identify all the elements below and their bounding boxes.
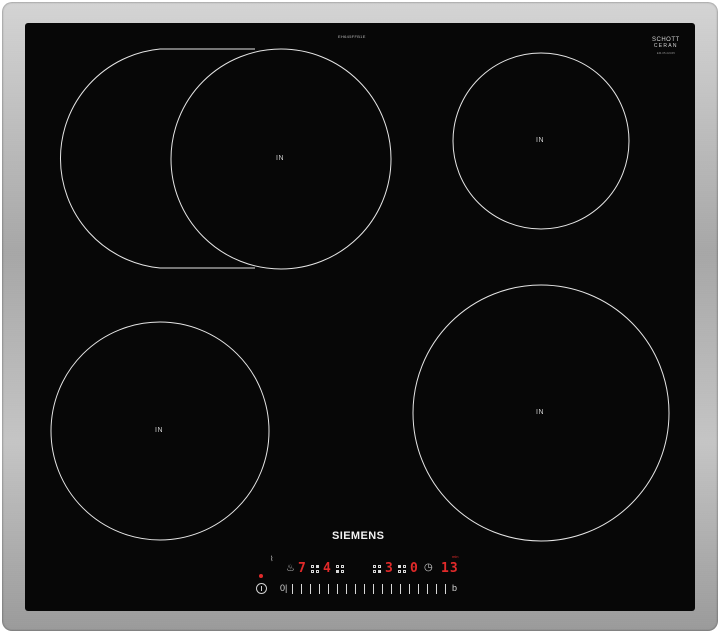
glass-code: EM-05-02345	[656, 51, 675, 55]
zone-label: IN	[155, 427, 163, 434]
zone-1-select-icon[interactable]	[311, 565, 320, 574]
slider-tick[interactable]	[445, 584, 446, 594]
schott-ceran-logo: SCHOTT CERAN EM-05-02345	[652, 37, 680, 56]
logo-line-2: CERAN	[653, 43, 678, 49]
slider-tick[interactable]	[319, 584, 320, 594]
slider-tick[interactable]	[418, 584, 419, 594]
child-lock-icon[interactable]: ♨	[286, 564, 295, 574]
zone-4-display: 0	[410, 561, 419, 576]
timer-clock-icon[interactable]: ◷	[424, 563, 433, 573]
slider-tick[interactable]	[310, 584, 311, 594]
slider-tick[interactable]	[346, 584, 347, 594]
timer-display: 13	[441, 561, 459, 576]
slider-tick[interactable]	[355, 584, 356, 594]
zone-2-display: 4	[323, 561, 332, 576]
slider-min-label[interactable]: 0|	[280, 583, 287, 593]
slider-tick[interactable]	[391, 584, 392, 594]
zone-3-display: 3	[385, 561, 394, 576]
zone-1-display: 7	[298, 561, 307, 576]
brand-logo: SIEMENS	[332, 530, 385, 542]
zone-3-select-icon[interactable]	[373, 565, 382, 574]
slider-tick[interactable]	[328, 584, 329, 594]
boost-button[interactable]: b	[452, 583, 457, 593]
slider-tick[interactable]	[427, 584, 428, 594]
power-indicator	[259, 574, 263, 578]
slider-tick[interactable]	[373, 584, 374, 594]
slider-tick[interactable]	[364, 584, 365, 594]
model-number: EH645FFB1E	[338, 34, 366, 39]
power-level-slider[interactable]	[292, 584, 450, 594]
slider-tick[interactable]	[400, 584, 401, 594]
zone-label: IN	[536, 409, 544, 416]
slider-tick[interactable]	[382, 584, 383, 594]
slider-tick[interactable]	[409, 584, 410, 594]
slider-tick[interactable]	[436, 584, 437, 594]
power-button[interactable]	[256, 583, 267, 594]
wipe-protect-icon[interactable]: ⌇	[270, 556, 273, 564]
slider-tick[interactable]	[292, 584, 293, 594]
zone-label: IN	[536, 137, 544, 144]
zone-label: IN	[276, 155, 284, 162]
slider-tick[interactable]	[337, 584, 338, 594]
timer-unit-label: min	[452, 554, 459, 559]
zone-4-select-icon[interactable]	[398, 565, 407, 574]
zone-2-select-icon[interactable]	[336, 565, 345, 574]
flex-zone-outline	[59, 48, 255, 269]
slider-tick[interactable]	[301, 584, 302, 594]
